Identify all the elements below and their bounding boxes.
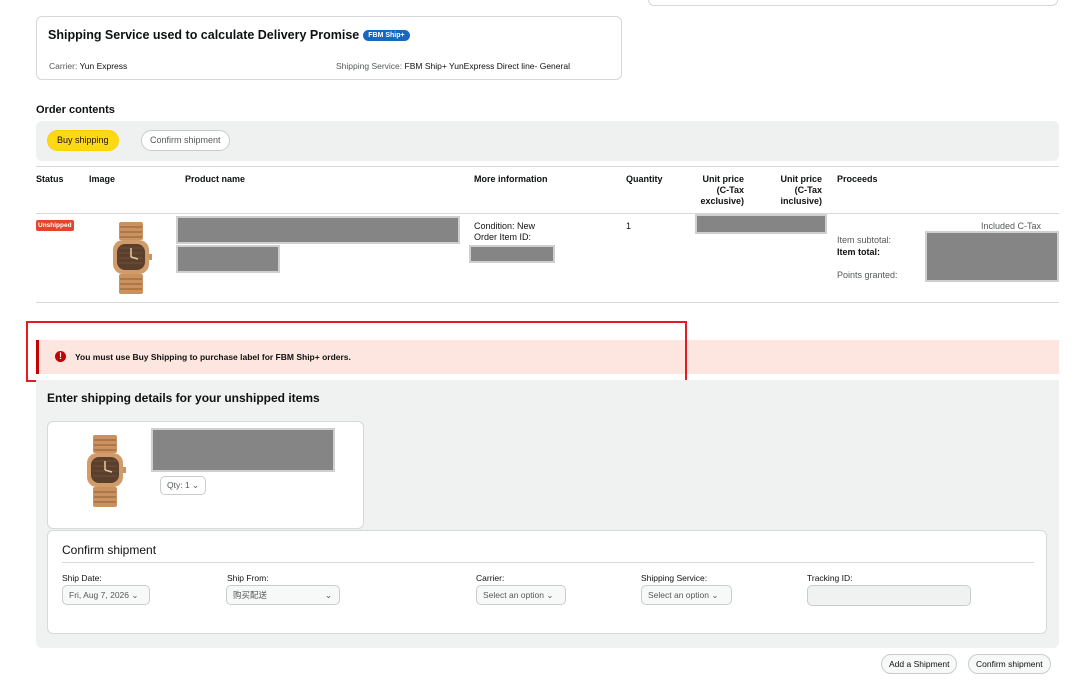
chevron-down-icon: ⌄ [324, 590, 332, 600]
condition-text: Condition: New [474, 221, 536, 231]
shipping-service-select[interactable]: Select an option ⌄ [641, 585, 732, 605]
col-unit-price-exclusive: Unit price (C-Tax exclusive) [696, 174, 744, 207]
unshipped-status-badge: Unshipped [36, 220, 74, 231]
col-unit-price-in-line3: inclusive) [780, 196, 822, 206]
item-watch-image [87, 435, 126, 507]
shipping-service-title: Shipping Service used to calculate Deliv… [48, 28, 610, 42]
confirm-shipment-card: Confirm shipment Ship Date: Fri, Aug 7, … [47, 530, 1047, 634]
unit-price-redacted [695, 214, 827, 234]
order-item-id-redacted [469, 245, 555, 263]
tracking-id-label: Tracking ID: [807, 573, 853, 583]
shipping-service-title-text: Shipping Service used to calculate Deliv… [48, 28, 360, 42]
points-granted-label: Points granted: [837, 270, 898, 280]
order-actions-toolbar: Buy shipping Confirm shipment [36, 121, 1059, 161]
confirm-divider [62, 562, 1034, 563]
included-ctax-text: Included C-Tax [980, 221, 1041, 231]
ship-from-value: 购买配送 [233, 590, 268, 600]
item-name-redacted [151, 428, 335, 472]
proceeds-labels: Item subtotal: Item total: Points grante… [837, 234, 898, 281]
shipping-service-value: FBM Ship+ YunExpress Direct line- Genera… [404, 61, 570, 71]
col-more-information: More information [474, 174, 548, 184]
col-unit-price-ex-line1: Unit price [702, 174, 744, 184]
col-product-name: Product name [185, 174, 246, 184]
tracking-id-input[interactable] [807, 585, 971, 606]
top-panel-edge [648, 0, 1058, 6]
carrier-select[interactable]: Select an option ⌄ [476, 585, 566, 605]
col-unit-price-inclusive: Unit price (C-Tax inclusive) [772, 174, 822, 207]
buy-shipping-button[interactable]: Buy shipping [47, 130, 119, 151]
shipping-service-label: Shipping Service: [336, 61, 403, 71]
ship-from-label: Ship From: [227, 573, 269, 583]
ship-date-label: Ship Date: [62, 573, 102, 583]
confirm-shipment-heading: Confirm shipment [62, 543, 157, 557]
col-unit-price-ex-line3: exclusive) [700, 196, 744, 206]
item-total-label: Item total: [837, 247, 881, 257]
proceeds-redacted [925, 231, 1059, 282]
carrier-value: Yun Express [79, 61, 128, 71]
carrier-field-label: Carrier: [476, 573, 505, 583]
col-quantity: Quantity [626, 174, 663, 184]
confirm-shipment-button[interactable]: Confirm shipment [968, 654, 1051, 674]
col-unit-price-in-line1: Unit price [780, 174, 822, 184]
product-watch-image[interactable] [105, 220, 157, 296]
shipping-details-heading: Enter shipping details for your unshippe… [47, 391, 320, 405]
col-proceeds: Proceeds [837, 174, 878, 184]
shipping-details-section: Enter shipping details for your unshippe… [36, 380, 1059, 648]
quantity-value: 1 [626, 221, 632, 231]
col-unit-price-ex-line2: (C-Tax [716, 185, 744, 195]
highlight-annotation-box [26, 321, 687, 382]
add-shipment-button[interactable]: Add a Shipment [881, 654, 958, 674]
order-item-id-label: Order Item ID: [474, 232, 532, 242]
table-row: Unshipped Condition: New Order Item ID: … [36, 214, 1059, 303]
ship-date-select[interactable]: Fri, Aug 7, 2026 ⌄ [62, 585, 150, 605]
col-image: Image [89, 174, 116, 184]
order-table-header: Status Image Product name More informati… [36, 166, 1059, 214]
more-information-cell: Condition: New Order Item ID: [474, 221, 535, 243]
col-unit-price-in-line2: (C-Tax [794, 185, 822, 195]
order-contents-heading: Order contents [36, 104, 115, 116]
item-subtotal-label: Item subtotal: [837, 235, 892, 245]
shipping-service-details: Carrier: Yun Express Shipping Service: F… [49, 61, 609, 71]
carrier-label: Carrier: [49, 61, 78, 71]
confirm-shipment-button-top[interactable]: Confirm shipment [141, 130, 230, 151]
product-name-redacted[interactable] [176, 216, 460, 244]
shipping-service-info: Shipping Service: FBM Ship+ YunExpress D… [336, 61, 570, 71]
shipping-service-card: Shipping Service used to calculate Deliv… [36, 16, 622, 80]
ship-from-select[interactable]: 购买配送 ⌄ [226, 585, 340, 605]
fbm-ship-plus-badge: FBM Ship+ [363, 29, 410, 41]
unshipped-item-card: Qty: 1 ⌄ [47, 421, 364, 529]
quantity-select[interactable]: Qty: 1 ⌄ [160, 476, 207, 495]
shipping-service-field-label: Shipping Service: [641, 573, 708, 583]
product-sku-redacted [176, 245, 280, 273]
col-status: Status [36, 174, 64, 184]
